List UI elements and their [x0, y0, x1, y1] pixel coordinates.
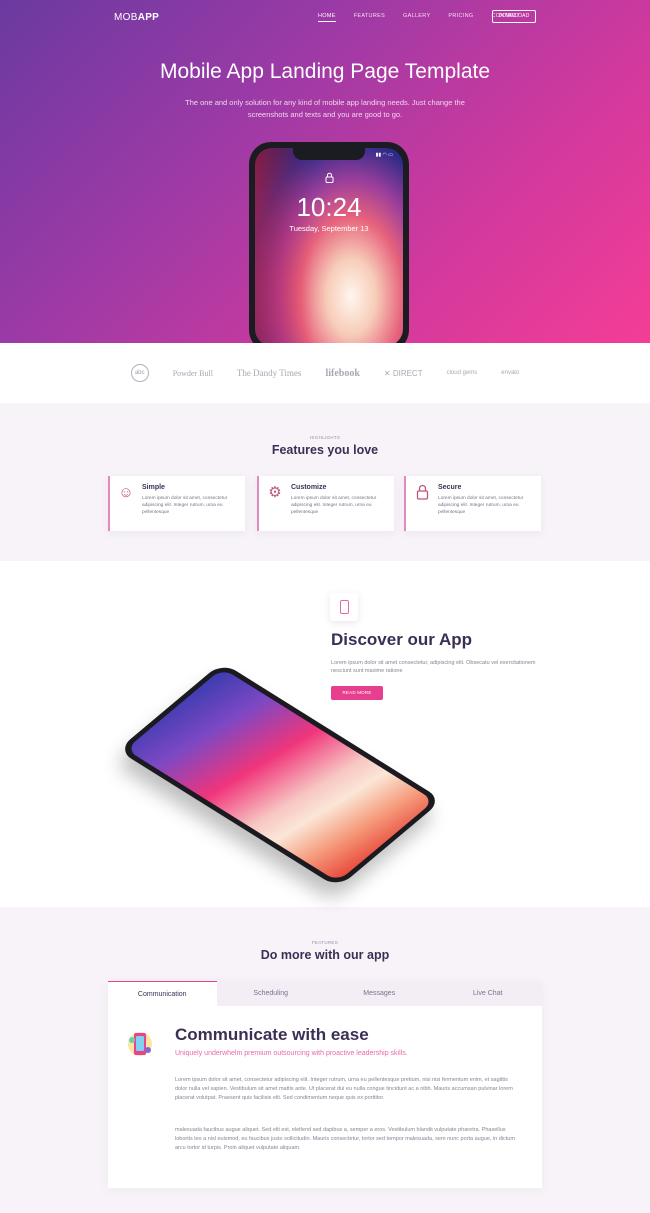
- phone-screen: ▮▮ ◠ ▭ 10:24 Tuesday, September 13: [255, 148, 403, 343]
- feature-tabs: Communication Scheduling Messages Live C…: [108, 981, 542, 1006]
- gear-icon: ⚙: [268, 484, 282, 501]
- phone-date: Tuesday, September 13: [289, 224, 369, 233]
- hero-section: MOBAPP HOME FEATURES GALLERY PRICING CON…: [0, 0, 650, 343]
- tab-communication[interactable]: Communication: [108, 981, 217, 1006]
- logo-envato: envato: [501, 370, 520, 376]
- feature-card-simple: ☺ Simple Lorem ipsum dolor sit amet, con…: [108, 476, 245, 531]
- hero-title: Mobile App Landing Page Template: [159, 60, 491, 83]
- content-subtitle: Uniquely underwhelm premium outsourcing …: [175, 1050, 408, 1057]
- hero-phone-mockup: ▮▮ ◠ ▭ 10:24 Tuesday, September 13: [249, 142, 409, 343]
- content-paragraph-1: Lorem ipsum dolor sit amet, consectetur …: [175, 1077, 513, 1101]
- content-title: Communicate with ease: [175, 1025, 369, 1044]
- more-eyebrow: FEATURES: [311, 940, 339, 945]
- feature-title: Simple: [142, 484, 165, 491]
- feature-card-secure: Secure Lorem ipsum dolor sit amet, conse…: [404, 476, 541, 531]
- tab-messages[interactable]: Messages: [325, 981, 434, 1006]
- nav-features[interactable]: FEATURES: [354, 13, 385, 22]
- feature-text: Lorem ipsum dolor sit amet, consectetur …: [291, 496, 377, 515]
- features-title: Features you love: [271, 443, 379, 457]
- communication-icon: [126, 1028, 154, 1060]
- mobile-icon: [330, 593, 358, 621]
- logo-bold: APP: [137, 12, 160, 23]
- brand-logo[interactable]: MOBAPP: [114, 12, 159, 23]
- feature-text: Lorem ipsum dolor sit amet, consectetur …: [438, 496, 524, 515]
- logo-cloud-gems: cloud gems: [446, 370, 478, 376]
- phone-time: 10:24: [296, 192, 362, 222]
- phone-status-icons: ▮▮ ◠ ▭: [375, 152, 393, 158]
- features-eyebrow: HIGHLIGHTS: [309, 435, 341, 440]
- read-more-button[interactable]: READ MORE: [331, 686, 383, 700]
- partner-logos: abc Powder Bull The Dandy Times lifebook…: [0, 343, 650, 403]
- download-button[interactable]: DOWNLOAD: [492, 10, 536, 23]
- nav-pricing[interactable]: PRICING: [448, 13, 473, 22]
- hero-subtitle: The one and only solution for any kind o…: [185, 98, 465, 119]
- tab-scheduling[interactable]: Scheduling: [217, 981, 326, 1006]
- feature-title: Secure: [438, 484, 462, 491]
- smile-icon: ☺: [118, 484, 134, 501]
- logo-powder-bull: Powder Bull: [172, 368, 213, 378]
- nav-gallery[interactable]: GALLERY: [403, 13, 430, 22]
- discover-title: Discover our App: [331, 630, 473, 649]
- content-paragraph-2: malesuada faucibus augue aliquet. Sed el…: [175, 1127, 515, 1151]
- logo-abc: abc: [130, 364, 149, 382]
- feature-title: Customize: [291, 484, 327, 491]
- nav-home[interactable]: HOME: [318, 13, 336, 22]
- lock-icon: [255, 172, 403, 186]
- logo-lifebook: lifebook: [325, 367, 360, 379]
- feature-card-customize: ⚙ Customize Lorem ipsum dolor sit amet, …: [257, 476, 394, 531]
- logo-light: MOB: [114, 12, 138, 23]
- logo-direct: ✕ DIRECT: [383, 368, 423, 378]
- feature-text: Lorem ipsum dolor sit amet, consectetur …: [142, 496, 228, 515]
- phone-notch: [293, 148, 365, 160]
- lock-icon: [413, 484, 431, 502]
- logo-dandy-times: The Dandy Times: [236, 368, 302, 378]
- tab-live-chat[interactable]: Live Chat: [434, 981, 543, 1006]
- more-title: Do more with our app: [260, 948, 390, 962]
- discover-text: Lorem ipsum dolor sit amet consectetur, …: [331, 660, 536, 674]
